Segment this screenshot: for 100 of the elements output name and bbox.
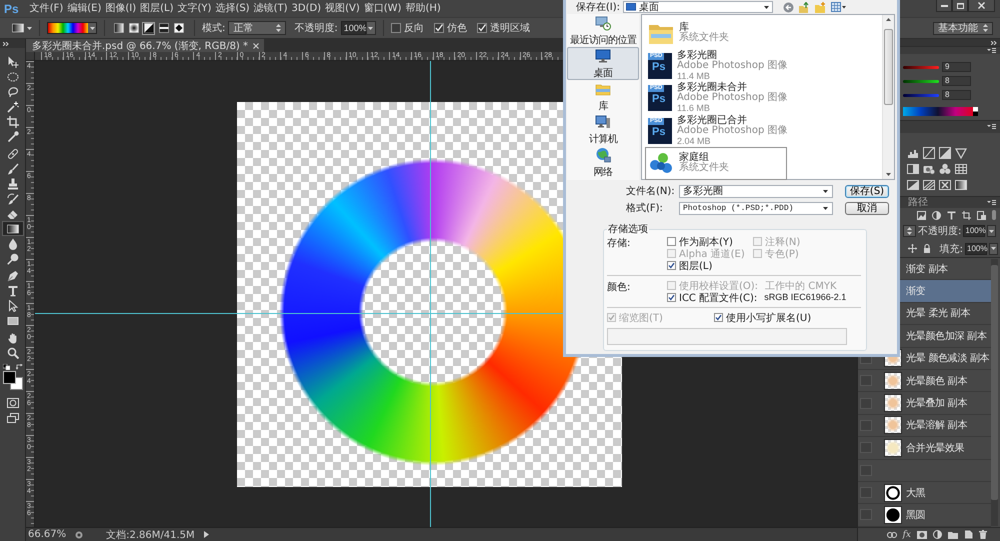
view-menu-button[interactable] <box>831 2 846 12</box>
close-button[interactable] <box>968 0 995 12</box>
menu-item[interactable]: 文字(Y) <box>176 2 214 14</box>
fill-slider-button[interactable] <box>989 242 998 254</box>
filter-toggle[interactable] <box>992 210 996 220</box>
layer-style-button[interactable]: fx <box>902 530 911 540</box>
place-item[interactable]: 计算机 <box>567 113 639 146</box>
file-item[interactable]: 库 系统文件夹 <box>645 17 787 50</box>
color-slider-track[interactable] <box>903 80 939 82</box>
color-value-field[interactable]: 8 <box>942 76 971 86</box>
format-dropdown[interactable]: Photoshop (*.PSD;*.PDD) <box>679 202 833 214</box>
scrollbar-thumb[interactable] <box>884 29 893 105</box>
color-swatches-icon[interactable] <box>2 371 22 390</box>
place-item[interactable]: 网络 <box>567 146 639 179</box>
desktop-icon <box>595 48 611 64</box>
opacity-field[interactable]: 100% <box>340 21 366 35</box>
maximize-button[interactable] <box>952 0 968 12</box>
add-mask-button[interactable] <box>917 530 927 538</box>
delete-layer-button[interactable] <box>979 530 987 539</box>
layer-row[interactable]: 光晕叠加 副本 <box>858 392 991 415</box>
gradient-type-button[interactable] <box>142 22 155 34</box>
menu-item[interactable]: 图像(I) <box>103 2 138 14</box>
color-spectrum-bar[interactable] <box>903 107 973 116</box>
adjustment-button[interactable] <box>905 179 921 191</box>
gradient-type-button[interactable] <box>112 22 125 34</box>
link-layers-button[interactable] <box>886 532 897 538</box>
layer-row[interactable]: 黑圆 <box>858 504 991 527</box>
place-item[interactable]: 桌面 <box>567 47 639 80</box>
menu-item[interactable]: 编辑(E) <box>65 2 104 14</box>
adjustment-button[interactable] <box>921 163 937 175</box>
adjustment-button[interactable] <box>937 147 953 159</box>
checkbox[interactable] <box>476 23 487 33</box>
color-value-field[interactable]: 8 <box>942 90 971 100</box>
color-slider-track[interactable] <box>903 66 939 68</box>
menu-item[interactable]: 视图(V) <box>323 2 362 14</box>
workspace-dropdown[interactable]: 基本功能 <box>933 22 993 34</box>
place-item[interactable]: 最近访问的位置 <box>567 14 639 47</box>
layer-row[interactable]: 大黑 <box>858 482 991 504</box>
menu-item[interactable]: 图层(L) <box>138 2 176 14</box>
visibility-toggle[interactable] <box>860 442 872 454</box>
visibility-toggle[interactable] <box>860 487 872 498</box>
checkbox[interactable] <box>667 237 676 246</box>
save-button[interactable]: 保存(S) <box>845 184 889 198</box>
menu-item[interactable]: 文件(F) <box>28 2 66 14</box>
adjustment-button[interactable] <box>921 147 937 159</box>
visibility-toggle[interactable] <box>860 398 872 409</box>
color-value-field[interactable]: 9 <box>942 62 971 72</box>
checkbox[interactable] <box>390 23 401 33</box>
menu-item[interactable]: 3D(D) <box>290 2 324 14</box>
tool-preset-picker[interactable] <box>12 21 32 35</box>
checkbox[interactable] <box>667 261 676 270</box>
visibility-toggle[interactable] <box>860 464 872 476</box>
cancel-button[interactable]: 取消 <box>845 202 889 214</box>
ramp-end-swatch[interactable] <box>973 107 978 116</box>
blend-mode-dropdown[interactable] <box>903 225 916 237</box>
caret-icon <box>368 26 374 30</box>
visibility-toggle[interactable] <box>860 375 872 386</box>
adjustment-button[interactable] <box>905 147 921 159</box>
file-item[interactable]: 家庭组 系统文件夹 <box>645 147 787 180</box>
up-folder-button[interactable] <box>799 2 810 12</box>
adjustment-layer-button[interactable] <box>933 530 942 539</box>
layer-row[interactable]: 光晕溶解 副本 <box>858 414 991 438</box>
minimize-button[interactable] <box>936 0 952 12</box>
visibility-toggle[interactable] <box>860 420 872 431</box>
layer-row[interactable]: 光晕颜色 副本 <box>858 370 991 392</box>
menu-item[interactable]: 帮助(H) <box>403 2 443 14</box>
adjustment-button[interactable] <box>937 179 953 191</box>
checkbox[interactable] <box>667 293 676 302</box>
mode-dropdown[interactable]: 正常 <box>228 21 286 35</box>
visibility-toggle[interactable] <box>860 509 872 520</box>
fill-field[interactable]: 100% <box>965 242 987 254</box>
adjustment-button[interactable] <box>937 163 953 175</box>
document-tab[interactable]: 多彩光圈未合并.psd @ 66.7% (渐变, RGB/8) * <box>26 39 264 52</box>
scrollbar[interactable] <box>882 15 894 179</box>
back-button[interactable] <box>783 2 794 12</box>
opacity-field[interactable]: 100% <box>963 225 986 237</box>
new-layer-button[interactable] <box>964 530 973 539</box>
adjustment-button[interactable] <box>921 179 937 191</box>
menu-item[interactable]: 窗口(W) <box>362 2 404 14</box>
color-slider-track[interactable] <box>903 94 939 96</box>
adjustment-button[interactable] <box>953 163 969 175</box>
place-item[interactable]: 库 <box>567 80 639 113</box>
save-in-dropdown[interactable]: 桌面 <box>623 1 773 13</box>
adjustment-button[interactable] <box>953 147 969 159</box>
gradient-picker[interactable] <box>47 22 97 34</box>
tool-button[interactable] <box>2 221 24 236</box>
file-name-field[interactable]: 多彩光圈 <box>679 184 833 198</box>
gradient-type-button[interactable] <box>172 22 185 34</box>
gradient-type-button[interactable] <box>157 22 170 34</box>
checkbox[interactable] <box>434 23 444 33</box>
adjustment-button[interactable] <box>953 179 969 191</box>
adjustment-button[interactable] <box>905 163 921 175</box>
layer-row[interactable]: 合并光晕效果 <box>858 437 991 460</box>
new-group-button[interactable] <box>948 530 958 538</box>
checkbox[interactable] <box>714 313 723 322</box>
opacity-slider-button[interactable] <box>366 21 376 35</box>
menu-item[interactable]: 选择(S) <box>213 2 252 14</box>
menu-item[interactable]: 滤镜(T) <box>252 2 290 14</box>
opacity-slider-button[interactable] <box>987 225 996 237</box>
gradient-type-button[interactable] <box>127 22 140 34</box>
